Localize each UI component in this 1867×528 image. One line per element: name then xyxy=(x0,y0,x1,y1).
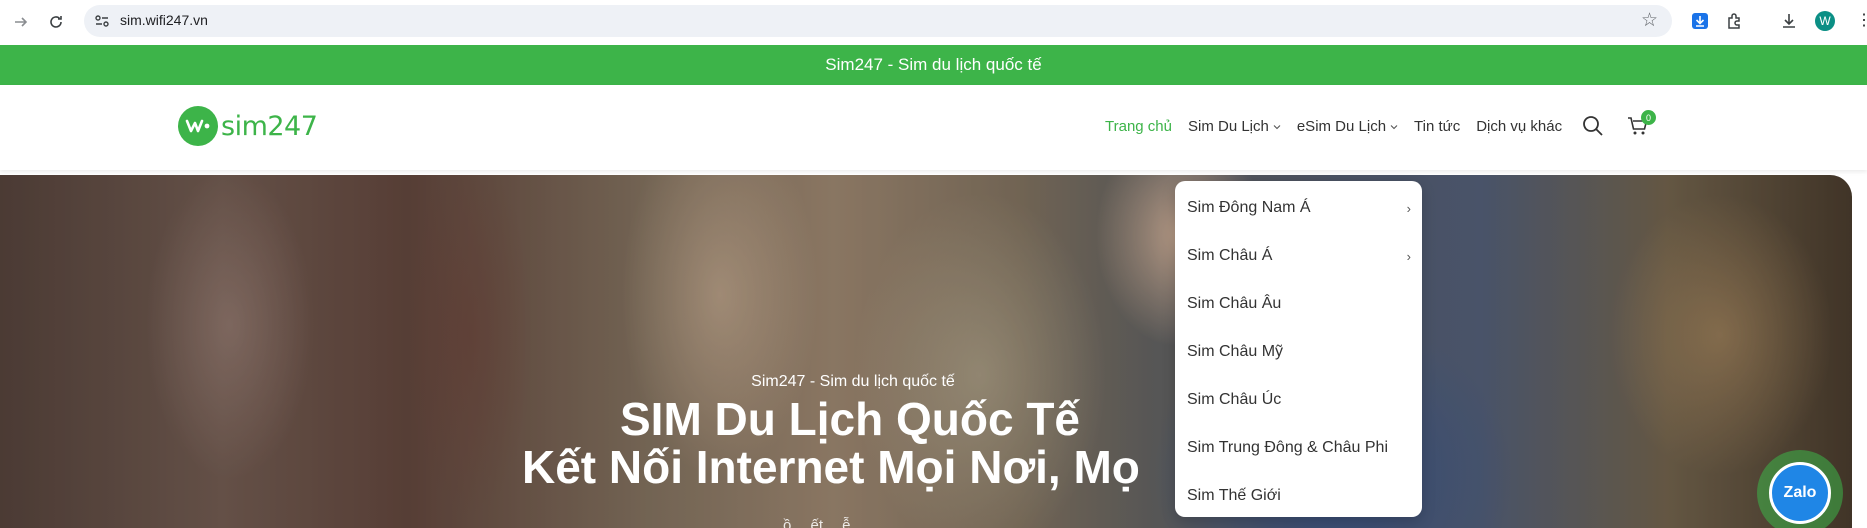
dropdown-item-label: Sim Châu Á xyxy=(1187,247,1273,264)
hero-banner: Sim247 - Sim du lịch quốc tế SIM Du Lịch… xyxy=(0,175,1852,528)
dropdown-item-label: Sim Châu Úc xyxy=(1187,391,1282,408)
dropdown-item-dong-nam-a[interactable]: Sim Đông Nam Á › xyxy=(1175,184,1422,232)
dropdown-item-trung-dong-chau-phi[interactable]: Sim Trung Đông & Châu Phi xyxy=(1175,424,1422,472)
nav-item-sim-du-lich[interactable]: Sim Du Lịch xyxy=(1188,118,1281,135)
site-info-icon[interactable] xyxy=(94,13,110,29)
logo-text: sim247 xyxy=(221,110,318,142)
nav-label: Sim Du Lịch xyxy=(1187,118,1269,135)
announcement-bar: Sim247 - Sim du lịch quốc tế xyxy=(0,45,1867,85)
nav-item-esim-du-lich[interactable]: eSim Du Lịch xyxy=(1297,118,1398,135)
address-bar[interactable]: sim.wifi247.vn ☆ xyxy=(84,5,1672,37)
bookmark-star-icon[interactable]: ☆ xyxy=(1641,9,1658,32)
chevron-down-icon xyxy=(1390,124,1398,129)
nav-label: Dịch vụ khác xyxy=(1476,118,1563,135)
dropdown-item-label: Sim Châu Mỹ xyxy=(1187,343,1284,360)
dropdown-item-label: Sim Châu Âu xyxy=(1187,295,1282,312)
logo-mark-icon xyxy=(178,106,218,146)
chevron-down-icon xyxy=(1273,124,1281,129)
nav-label: Tin tức xyxy=(1414,118,1461,135)
main-nav: Trang chủ Sim Du Lịch eSim Du Lịch Tin t… xyxy=(1105,118,1578,135)
dropdown-item-chau-my[interactable]: Sim Châu Mỹ xyxy=(1175,328,1422,376)
reload-icon[interactable] xyxy=(43,9,69,35)
chevron-right-icon: › xyxy=(1406,248,1411,264)
forward-icon[interactable] xyxy=(8,9,34,35)
site-header: sim247 Trang chủ Sim Du Lịch eSim Du Lịc… xyxy=(0,85,1867,170)
downloads-icon[interactable] xyxy=(1777,9,1801,33)
nav-item-dich-vu-khac[interactable]: Dịch vụ khác xyxy=(1476,118,1562,135)
cart-count-badge: 0 xyxy=(1641,110,1656,125)
hero-partial-text: …ồ …ết …ễ… xyxy=(768,517,866,528)
dropdown-item-chau-a[interactable]: Sim Châu Á › xyxy=(1175,232,1422,280)
browser-menu-icon[interactable]: ⋮ xyxy=(1856,10,1867,30)
profile-avatar[interactable]: W xyxy=(1815,11,1835,31)
hero-subtitle: Sim247 - Sim du lịch quốc tế xyxy=(751,373,955,390)
dropdown-item-chau-uc[interactable]: Sim Châu Úc xyxy=(1175,376,1422,424)
url-text: sim.wifi247.vn xyxy=(120,12,208,28)
download-extension-icon[interactable] xyxy=(1688,9,1712,33)
dropdown-item-chau-au[interactable]: Sim Châu Âu xyxy=(1175,280,1422,328)
nav-label: Trang chủ xyxy=(1105,118,1172,135)
search-icon[interactable] xyxy=(1582,115,1604,137)
sim-du-lich-dropdown: Sim Đông Nam Á › Sim Châu Á › Sim Châu Â… xyxy=(1175,181,1422,517)
dropdown-item-label: Sim Đông Nam Á xyxy=(1187,199,1311,216)
dropdown-item-label: Sim Trung Đông & Châu Phi xyxy=(1187,439,1388,456)
zalo-label: Zalo xyxy=(1783,484,1817,501)
dropdown-item-label: Sim Thế Giới xyxy=(1187,487,1281,504)
nav-item-home[interactable]: Trang chủ xyxy=(1105,118,1172,135)
announcement-text: Sim247 - Sim du lịch quốc tế xyxy=(825,55,1042,74)
chevron-right-icon: › xyxy=(1406,200,1411,216)
hero-title-line2: Kết Nối Internet Mọi Nơi, Mọ xyxy=(522,441,1140,493)
zalo-chat-button[interactable]: Zalo xyxy=(1769,462,1831,524)
extensions-puzzle-icon[interactable] xyxy=(1723,9,1747,33)
browser-toolbar: sim.wifi247.vn ☆ W ⋮ xyxy=(0,0,1867,43)
nav-item-tin-tuc[interactable]: Tin tức xyxy=(1414,118,1460,135)
site-logo[interactable]: sim247 xyxy=(178,106,318,146)
nav-label: eSim Du Lịch xyxy=(1296,118,1387,135)
dropdown-item-the-gioi[interactable]: Sim Thế Giới xyxy=(1175,472,1422,520)
